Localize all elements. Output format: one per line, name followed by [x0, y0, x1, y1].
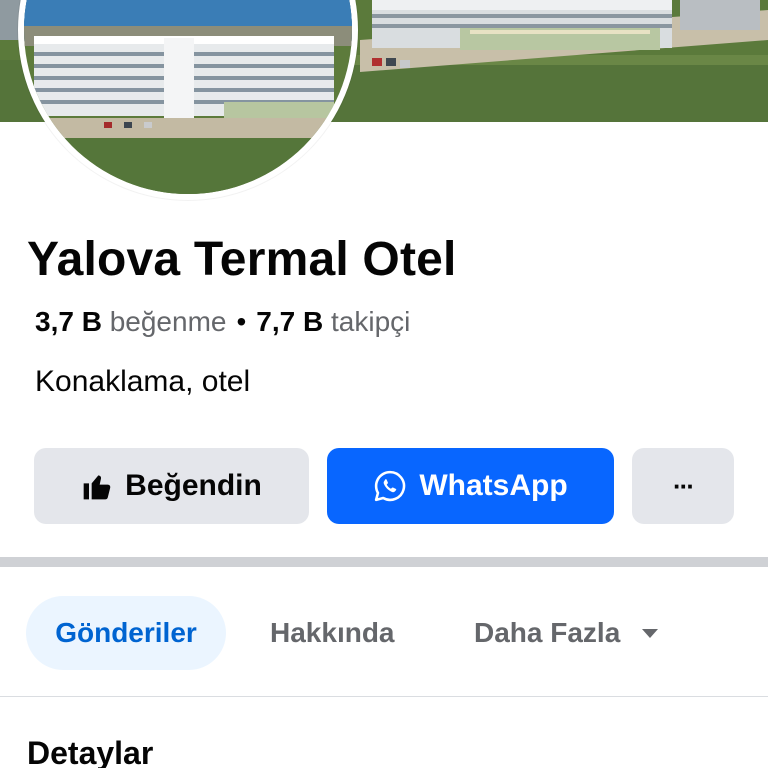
thumbs-up-icon [81, 470, 113, 502]
more-options-button[interactable]: ··· [632, 448, 734, 524]
caret-down-icon [640, 626, 660, 640]
tab-about[interactable]: Hakkında [270, 596, 395, 670]
tab-posts[interactable]: Gönderiler [26, 596, 226, 670]
page-category: Konaklama, otel [35, 365, 251, 398]
likes-link[interactable]: 3,7 B beğenme [35, 306, 226, 337]
liked-button[interactable]: Beğendin [34, 448, 309, 524]
section-divider [0, 557, 768, 567]
liked-button-label: Beğendin [125, 469, 262, 502]
whatsapp-button-label: WhatsApp [419, 469, 568, 502]
section-title-details: Detaylar [27, 735, 154, 768]
stats-separator: • [236, 306, 247, 337]
profile-photo-image [24, 0, 352, 194]
facebook-page-profile: Yalova Termal Otel 3,7 B beğenme • 7,7 B t… [0, 0, 768, 768]
tabs-divider [0, 696, 768, 697]
profile-picture[interactable] [18, 0, 358, 200]
more-options-icon: ··· [673, 470, 695, 501]
page-title: Yalova Termal Otel [27, 233, 457, 286]
likes-label: beğenme [109, 306, 227, 337]
followers-label: takipçi [331, 306, 411, 337]
page-stats: 3,7 B beğenme • 7,7 B takipçi [35, 306, 410, 338]
whatsapp-icon [373, 469, 407, 503]
whatsapp-button[interactable]: WhatsApp [327, 448, 614, 524]
tab-more-label: Daha Fazla [474, 617, 621, 648]
likes-count: 3,7 B [35, 306, 102, 337]
tab-about-label: Hakkında [270, 617, 395, 648]
followers-count: 7,7 B [256, 306, 324, 337]
followers-link[interactable]: 7,7 B takipçi [256, 306, 410, 337]
tab-posts-label: Gönderiler [55, 617, 197, 648]
tab-more[interactable]: Daha Fazla [474, 596, 660, 670]
